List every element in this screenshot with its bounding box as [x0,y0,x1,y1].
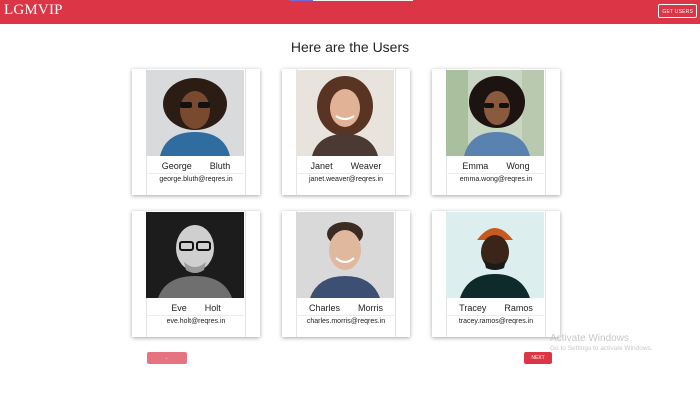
brand-logo[interactable]: LGMVIP [4,2,63,19]
user-card: Charles Morris charles.morris@reqres.in [282,211,410,337]
user-avatar [146,70,244,156]
user-avatar [446,70,544,156]
watermark-subtitle: Go to Settings to activate Windows. [550,345,653,352]
user-email: eve.holt@reqres.in [166,318,226,325]
user-name: Charles Morris [308,303,383,313]
user-card: George Bluth george.bluth@reqres.in [132,69,260,195]
user-card: Emma Wong emma.wong@reqres.in [432,69,560,195]
user-name: Emma Wong [462,161,530,171]
user-avatar [296,212,394,298]
user-name: George Bluth [161,161,231,171]
user-card: Tracey Ramos tracey.ramos@reqres.in [432,211,560,337]
user-avatar [296,70,394,156]
user-avatar [446,212,544,298]
navbar: LGMVIP GET USERS [0,0,700,24]
tab-indicator [289,0,413,1]
watermark-title: Activate Windows [550,333,629,344]
user-email: charles.morris@reqres.in [306,318,386,325]
next-button[interactable]: NEXT → [524,352,552,373]
page-title: Here are the Users [290,39,410,55]
user-email: janet.weaver@reqres.in [308,176,384,183]
user-card: Eve Holt eve.holt@reqres.in [132,211,260,337]
get-users-button[interactable]: GET USERS [658,4,697,18]
user-name: Eve Holt [171,303,221,313]
user-email: george.bluth@reqres.in [159,176,233,183]
user-email: emma.wong@reqres.in [459,176,533,183]
activation-watermark: Activate Windows Go to Settings to activ… [550,333,653,352]
user-email: tracey.ramos@reqres.in [458,318,534,325]
user-avatar [146,212,244,298]
user-name: Janet Weaver [310,161,382,171]
user-name: Tracey Ramos [459,303,533,313]
user-card: Janet Weaver janet.weaver@reqres.in [282,69,410,195]
previous-button[interactable]: ← PREVIOUS [147,352,187,373]
